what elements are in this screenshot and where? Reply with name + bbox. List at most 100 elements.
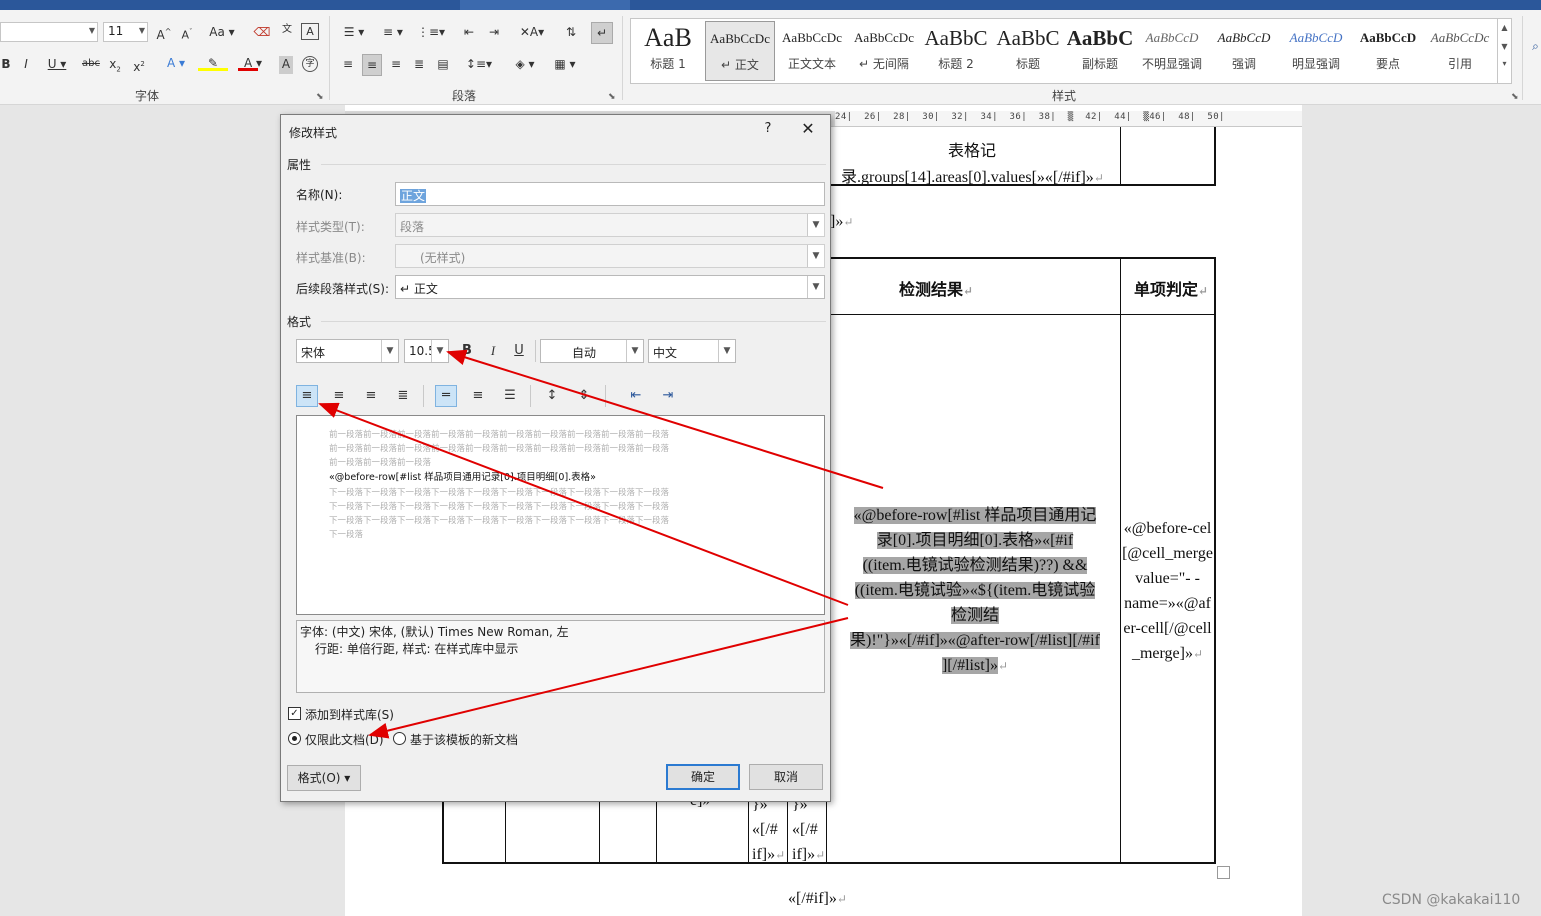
increase-indent-icon[interactable]: ⇥ [485,24,503,42]
increase-paragraph-spacing-icon[interactable]: ↕ [541,385,563,407]
find-icon[interactable]: ⌕ [1530,38,1541,56]
add-to-gallery-checkbox[interactable]: ✓ [288,707,301,720]
align-center-icon[interactable]: ≡ [328,385,350,407]
font-size-select[interactable]: 10.5 ▼ [404,339,449,363]
shading-icon[interactable]: ◈ ▾ [510,56,540,74]
align-left-icon[interactable]: ≡ [296,385,318,407]
strikethrough-icon[interactable]: abc [80,56,102,74]
font-select[interactable]: 宋体 ▼ [296,339,399,363]
character-border-icon[interactable]: A [301,23,319,40]
underline-icon[interactable]: U ▾ [42,56,72,74]
grow-font-icon[interactable]: A^ [155,24,173,42]
result-cell: «@before-row[#list 样品项目通用记 录[0].项目明细[0].… [838,503,1112,679]
format-button[interactable]: 格式(O) ▾ [287,765,361,791]
numbering-icon[interactable]: ≡ ▾ [378,24,408,42]
borders-icon[interactable]: ▦ ▾ [550,56,580,74]
chevron-down-icon[interactable]: ▼ [626,340,643,362]
chevron-down-icon[interactable]: ▼ [807,276,824,298]
style-tile[interactable]: AaBbC 副标题 [1065,21,1135,81]
change-case-icon[interactable]: Aa ▾ [206,24,238,42]
paragraph-dialog-launcher-icon[interactable]: ⬊ [608,92,616,102]
next-style-select[interactable]: ↵ 正文 ▼ [395,275,825,299]
script-select[interactable]: 中文 ▼ [648,339,736,363]
font-dialog-launcher-icon[interactable]: ⬊ [316,92,324,102]
clear-format-icon[interactable]: ⌫ [252,24,272,42]
italic-button[interactable]: I [482,340,504,362]
one-half-spacing-icon[interactable]: ≡ [467,385,489,407]
font-color-select[interactable]: 自动 ▼ [540,339,644,363]
new-documents-radio[interactable] [393,732,406,745]
table-resize-handle[interactable] [1217,866,1230,879]
result-line: 果)!"}»«[/#if]»«@after-row[/#list][/#if [838,628,1112,653]
style-tile[interactable]: AaBbCcD 强调 [1209,21,1279,81]
chevron-up-icon[interactable]: ▲ [1498,23,1511,32]
bold-button[interactable]: B [456,340,478,362]
add-to-gallery-label: 添加到样式库(S) [305,708,394,722]
sort-icon[interactable]: ⇅ [562,24,580,42]
chinese-layout-icon[interactable]: ✕A▾ [516,24,548,42]
text-effects-icon[interactable]: A ▾ [162,55,190,73]
font-color-icon[interactable]: A ▾ [238,55,268,73]
line-spacing-icon[interactable]: ↕≡▾ [464,56,494,74]
style-tile[interactable]: AaB 标题 1 [633,21,703,81]
based-on-select[interactable]: (无样式) ▼ [395,244,825,268]
underline-button[interactable]: U [508,340,530,362]
chevron-down-icon[interactable]: ▼ [807,245,824,267]
style-tile[interactable]: AaBbCcD 不明显强调 [1137,21,1207,81]
double-spacing-icon[interactable]: ☰ [499,385,521,407]
justify-icon[interactable]: ≣ [392,385,414,407]
chevron-down-icon[interactable]: ▼ [139,26,145,35]
superscript-icon[interactable]: x2 [131,56,147,74]
character-shading-icon[interactable]: A [279,56,293,74]
single-spacing-icon[interactable]: ═ [435,385,457,407]
style-tile[interactable]: AaBbCcDc 正文文本 [777,21,847,81]
style-tile[interactable]: AaBbC 标题 2 [921,21,991,81]
bullets-icon[interactable]: ☰ ▾ [340,24,368,42]
decrease-indent-icon[interactable]: ⇤ [625,385,647,407]
more-styles-icon[interactable]: ▾ [1498,59,1511,68]
font-name-box[interactable]: ▼ [0,22,98,42]
highlight-color-icon[interactable]: ✎ [198,55,228,73]
show-marks-icon[interactable]: ↵ [591,22,613,44]
style-tile[interactable]: AaBbCcDc ↵ 无间隔 [849,21,919,81]
decrease-indent-icon[interactable]: ⇤ [460,24,478,42]
styles-dialog-launcher-icon[interactable]: ⬊ [1511,92,1519,102]
style-tile[interactable]: AaBbC 标题 [993,21,1063,81]
increase-indent-icon[interactable]: ⇥ [657,385,679,407]
help-button[interactable]: ? [759,121,777,136]
style-type-select[interactable]: 段落 ▼ [395,213,825,237]
enclose-characters-icon[interactable]: 字 [302,56,318,72]
chevron-down-icon[interactable]: ▼ [381,340,398,362]
chevron-down-icon[interactable]: ▼ [1498,42,1511,51]
multilevel-list-icon[interactable]: ⋮≡▾ [416,24,446,42]
ok-button[interactable]: 确定 [666,764,740,790]
bold-icon[interactable]: B [0,56,12,74]
style-tile-selected[interactable]: AaBbCcDc ↵ 正文 [705,21,775,81]
only-this-document-radio[interactable] [288,732,301,745]
decrease-paragraph-spacing-icon[interactable]: ⇕ [573,385,595,407]
chevron-down-icon[interactable]: ▼ [431,340,448,362]
distributed-icon[interactable]: ▤ [434,56,452,74]
chevron-down-icon[interactable]: ▼ [718,340,735,362]
style-tile[interactable]: AaBbCcD 要点 [1353,21,1423,81]
align-left-icon[interactable]: ≡ [340,56,356,74]
style-tile[interactable]: AaBbCcD 明显强调 [1281,21,1351,81]
shrink-font-icon[interactable]: Aˇ [178,24,196,42]
phonetic-guide-icon[interactable]: 文 [278,22,296,40]
justify-icon[interactable]: ≣ [411,56,427,74]
align-center-icon[interactable]: ≡ [362,54,382,76]
style-name: 明显强调 [1291,57,1340,71]
align-right-icon[interactable]: ≡ [360,385,382,407]
style-tile[interactable]: AaBbCcDc 引用 [1425,21,1495,81]
subscript-icon[interactable]: x2 [107,56,123,74]
chevron-down-icon[interactable]: ▼ [89,26,95,35]
result-line-text: ((item.电镜试验»«${(item.电镜试验 [854,582,1096,599]
italic-icon[interactable]: I [20,56,32,74]
name-field[interactable]: 正文 [395,182,825,206]
align-right-icon[interactable]: ≡ [388,56,404,74]
gallery-scroll[interactable]: ▲ ▼ ▾ [1497,19,1511,83]
chevron-down-icon[interactable]: ▼ [807,214,824,236]
close-icon[interactable]: ✕ [797,119,819,138]
font-size-box[interactable]: 11 ▼ [103,22,148,42]
cancel-button[interactable]: 取消 [749,764,823,790]
